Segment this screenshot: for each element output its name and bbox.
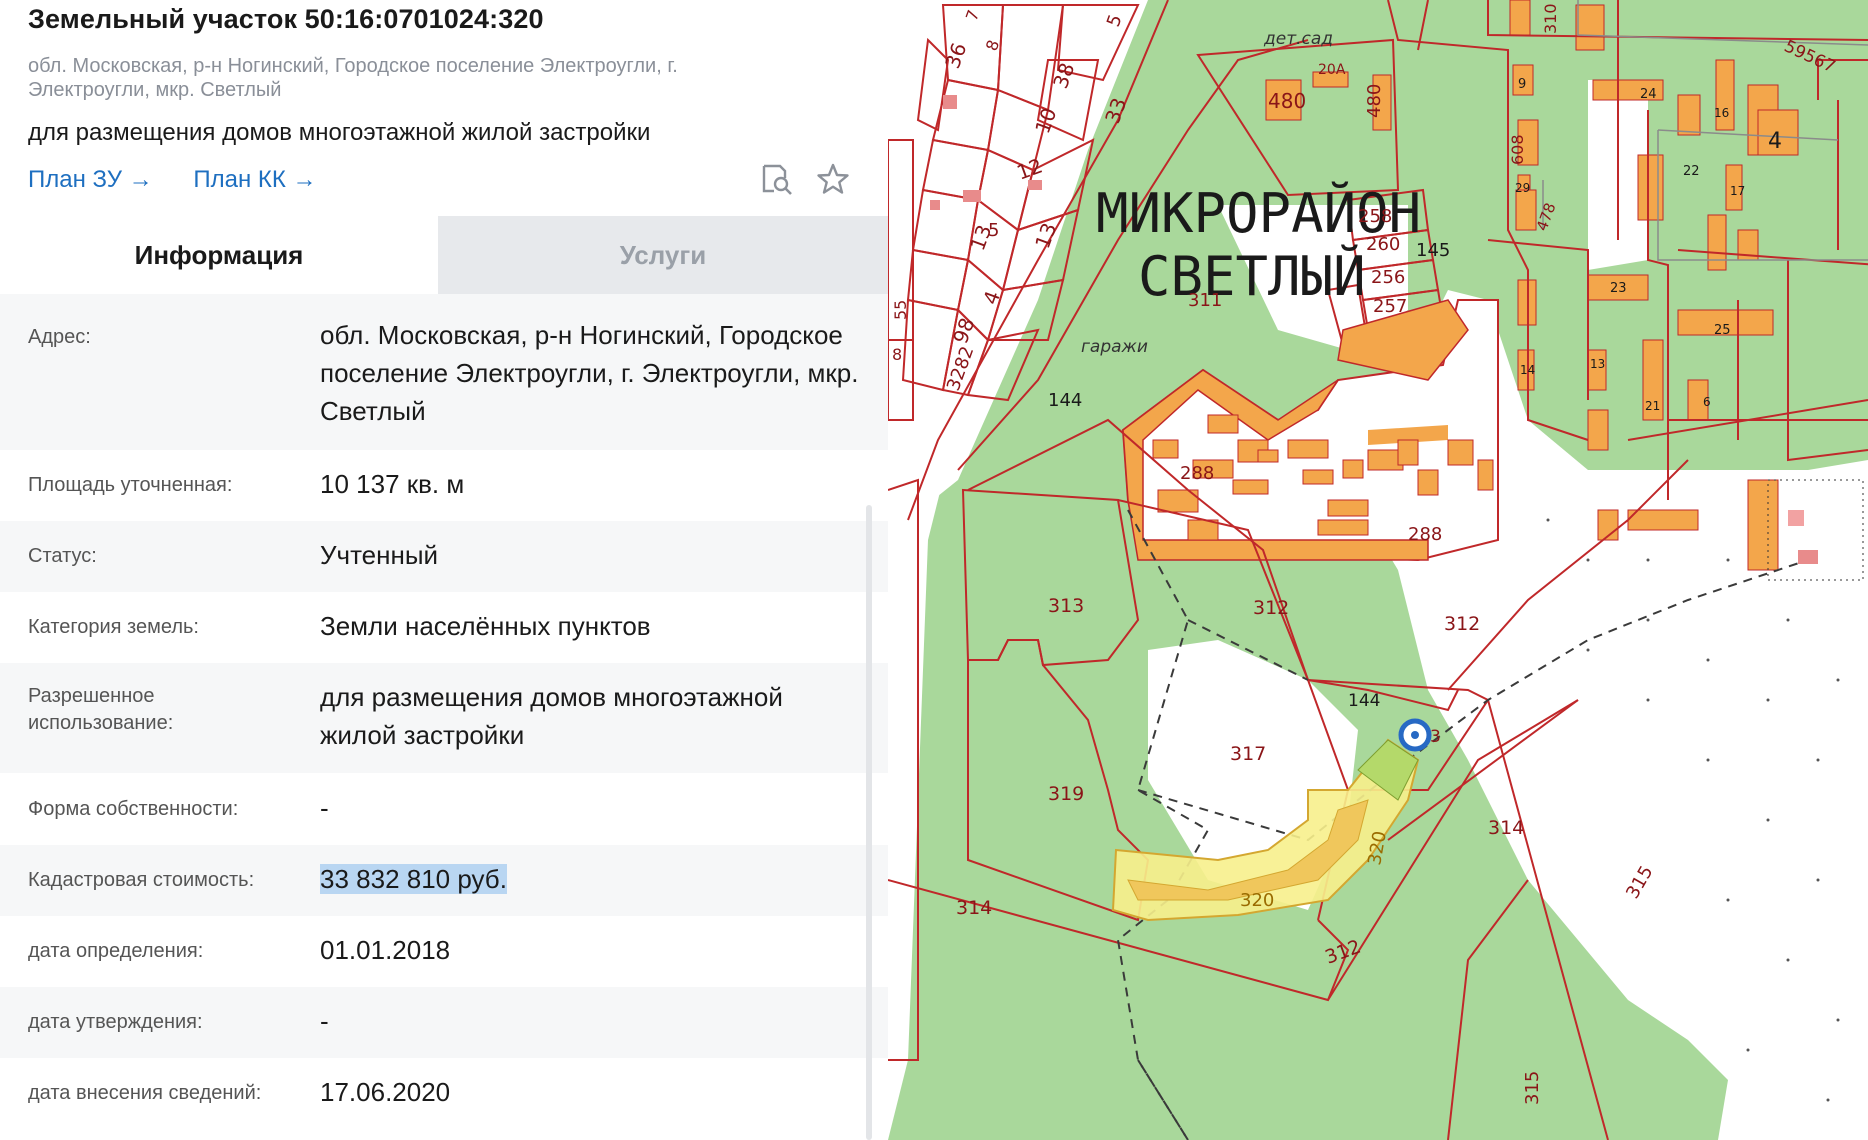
label-315b: 315 [1522,1071,1543,1105]
plan-zu-link[interactable]: План ЗУ → [28,166,153,193]
label-14: 14 [1520,363,1535,377]
info-row-ownership: Форма собственности: - [0,773,888,845]
tabs-bar: Информация Услуги [0,216,888,294]
page-title: Земельный участок 50:16:0701024:320 [28,4,544,34]
map-small-building-red [1798,550,1818,564]
label-29: 29 [1515,181,1530,195]
info-row-status: Статус: Учтенный [0,521,888,592]
label-144a: 144 [1048,390,1082,411]
label-21: 21 [1645,399,1660,413]
info-label: дата определения: [28,940,204,962]
label-55: 55 [891,300,910,320]
label-garazhi: гаражи [1081,337,1148,357]
info-row-area: Площадь уточненная: 10 137 кв. м [0,450,888,521]
label-145: 145 [1416,240,1450,261]
info-label: дата утверждения: [28,1011,203,1033]
info-row-category: Категория земель: Земли населённых пункт… [0,592,888,663]
label-288a: 288 [1180,463,1214,484]
info-value: - [320,793,329,823]
info-value: 17.06.2020 [320,1077,451,1107]
info-table: Адрес: обл. Московская, р-н Ногинский, Г… [0,294,888,1129]
label-312c: 312 [1322,936,1364,969]
info-panel: Земельный участок 50:16:0701024:320 обл.… [0,0,888,1140]
label-8b: 8 [892,345,902,364]
label-608: 608 [1508,134,1527,165]
location-pin-icon[interactable] [1398,718,1432,752]
toolbar-icons [760,162,850,201]
label-9: 9 [1518,77,1526,92]
label-24: 24 [1640,87,1657,102]
label-480b: 480 [1364,84,1385,118]
info-label: Статус: [28,545,97,567]
label-22: 22 [1683,164,1700,179]
label-478: 478 [1533,200,1560,233]
plan-links: План ЗУ → План КК → [28,166,351,194]
tab-services[interactable]: Услуги [438,216,888,294]
purpose-text: для размещения домов многоэтажной жилой … [28,119,651,146]
info-label: Площадь уточненная: [28,474,233,496]
label-319: 319 [1048,783,1084,805]
info-value-wrap: 33 832 810 руб. [320,860,507,898]
label-23: 23 [1610,281,1627,296]
info-value: Земли населённых пунктов [320,611,651,641]
label-257: 257 [1373,296,1407,317]
info-value: 01.01.2018 [320,935,451,965]
label-310: 310 [1541,3,1560,34]
label-313: 313 [1048,595,1084,617]
info-value: обл. Московская, р-н Ногинский, Городско… [320,320,859,426]
info-label: Разрешенное использование: [28,685,174,734]
info-value: Учтенный [320,540,439,570]
label-480a: 480 [1268,89,1306,113]
label-320a: 320 [1240,890,1274,911]
info-row-permitted-use: Разрешенное использование: для размещени… [0,663,888,773]
label-258: 258 [1358,206,1392,227]
info-row-date-determined: дата определения: 01.01.2018 [0,916,888,987]
label-16: 16 [1714,106,1729,120]
address-subtitle: обл. Московская, р-н Ногинский, Городско… [28,55,678,101]
info-label: Кадастровая стоимость: [28,869,255,891]
label-6: 6 [1703,395,1711,409]
label-312b: 312 [1444,613,1480,635]
info-row-date-entered: дата внесения сведений: 17.06.2020 [0,1058,888,1129]
cadastral-map[interactable]: МИКРОРАЙОН СВЕТЛЫЙ дет.сад гаражи 480 48… [888,0,1868,1140]
label-20a: 20А [1318,62,1346,78]
map-canvas: МИКРОРАЙОН СВЕТЛЫЙ дет.сад гаражи 480 48… [888,0,1868,1140]
label-256: 256 [1371,267,1405,288]
label-4b: 4 [1768,129,1782,154]
tab-information[interactable]: Информация [0,216,438,294]
plan-kk-link[interactable]: План КК → [193,166,316,193]
label-320b: 320 [1364,829,1391,866]
info-label: Категория земель: [28,616,199,638]
label-13c: 13 [1590,357,1605,371]
info-value: 10 137 кв. м [320,469,465,499]
info-value: для размещения домов многоэтажной жилой … [320,682,783,750]
panel-scrollbar[interactable] [866,505,872,1140]
star-icon[interactable] [816,162,850,201]
info-row-cadastral-cost: Кадастровая стоимость: 33 832 810 руб. [0,845,888,916]
label-5b: 5 [988,220,999,241]
label-3: 3 [1430,727,1441,747]
label-144b: 144 [1348,691,1380,711]
info-row-date-approved: дата утверждения: - [0,987,888,1058]
label-314b: 314 [1488,817,1524,839]
info-row-address: Адрес: обл. Московская, р-н Ногинский, Г… [0,294,888,450]
map-district-name-line2: СВЕТЛЫЙ [1138,245,1366,308]
label-317: 317 [1230,743,1266,765]
label-311: 311 [1188,290,1222,311]
info-value: - [320,1006,329,1036]
label-314a: 314 [956,897,992,919]
label-det-sad: дет.сад [1263,29,1333,49]
info-label: Форма собственности: [28,798,239,820]
cadastral-cost-value[interactable]: 33 832 810 руб. [320,864,507,894]
label-312a: 312 [1253,597,1289,619]
map-small-building-pink [1788,510,1804,526]
label-288b: 288 [1408,524,1442,545]
label-25: 25 [1714,323,1731,338]
document-search-icon[interactable] [760,162,794,201]
info-label: дата внесения сведений: [28,1082,262,1104]
info-label: Адрес: [28,326,91,348]
label-260: 260 [1366,234,1400,255]
label-17: 17 [1730,184,1745,198]
